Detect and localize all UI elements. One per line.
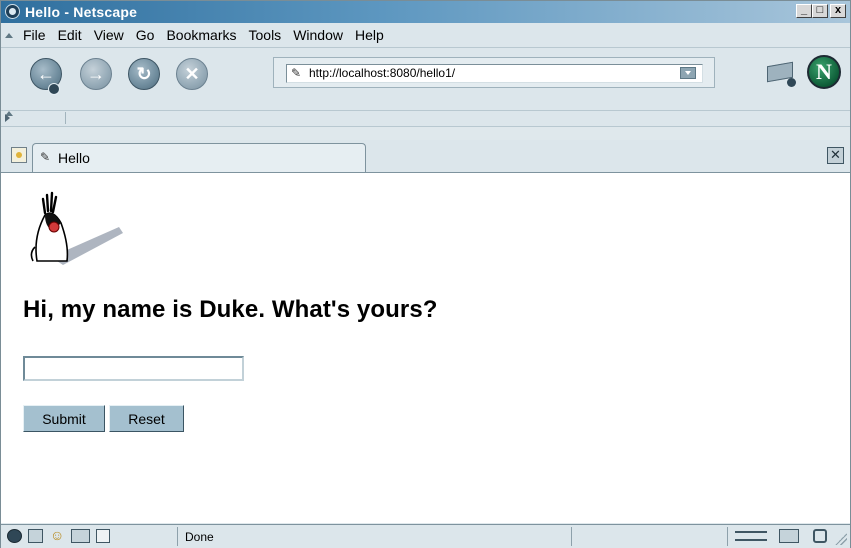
menu-go[interactable]: Go: [136, 27, 155, 43]
print-button[interactable]: [765, 58, 796, 87]
forward-button[interactable]: →: [80, 58, 112, 90]
personal-toolbar-expand-icon[interactable]: [5, 114, 10, 122]
menu-help[interactable]: Help: [355, 27, 384, 43]
close-tab-button[interactable]: ✕: [827, 147, 844, 164]
page-content: Hi, my name is Duke. What's yours? Submi…: [1, 173, 850, 523]
menu-window[interactable]: Window: [293, 27, 343, 43]
netscape-app-icon: [5, 4, 20, 19]
status-divider: [727, 527, 728, 546]
navigation-toolbar: ← → ↻ ✕ ✎ http://localhost:8080/hello1/ …: [1, 48, 850, 127]
close-icon: ✕: [830, 147, 841, 162]
location-bar: ✎ http://localhost:8080/hello1/: [273, 57, 715, 88]
menu-items: File Edit View Go Bookmarks Tools Window…: [23, 27, 384, 43]
mail-icon[interactable]: [28, 529, 43, 543]
composer-icon[interactable]: [71, 529, 90, 543]
instant-messenger-icon[interactable]: ☺: [50, 528, 64, 543]
reload-button[interactable]: ↻: [128, 58, 160, 90]
reload-icon: ↻: [136, 64, 152, 84]
new-tab-icon[interactable]: [11, 147, 27, 163]
address-book-icon[interactable]: [96, 529, 110, 543]
menu-file[interactable]: File: [23, 27, 46, 43]
url-text[interactable]: http://localhost:8080/hello1/: [309, 65, 455, 82]
status-divider: [177, 527, 178, 546]
tab-page-icon: ✎: [40, 150, 51, 164]
netscape-logo[interactable]: N: [807, 55, 841, 89]
title-bar[interactable]: Hello - Netscape _ □ x: [1, 1, 850, 23]
menu-view[interactable]: View: [94, 27, 124, 43]
online-status-icon[interactable]: [735, 531, 767, 541]
print-dropdown-icon: [787, 78, 796, 87]
window-title: Hello - Netscape: [25, 4, 138, 20]
browser-window: Hello - Netscape _ □ x File Edit View Go…: [0, 0, 851, 548]
minimize-button[interactable]: _: [796, 4, 812, 18]
window-controls: _ □ x: [796, 4, 846, 18]
cookie-icon[interactable]: [779, 529, 799, 543]
url-dropdown-icon[interactable]: [680, 67, 696, 79]
stop-icon: ✕: [184, 64, 200, 84]
page-proxy-icon[interactable]: ✎: [291, 65, 301, 82]
security-lock-icon[interactable]: [813, 529, 827, 543]
forward-arrow-icon: →: [87, 64, 105, 84]
tab-hello[interactable]: ✎ Hello: [32, 143, 366, 172]
menu-tools[interactable]: Tools: [249, 27, 282, 43]
status-divider: [571, 527, 572, 546]
url-field[interactable]: ✎ http://localhost:8080/hello1/: [286, 64, 703, 83]
toolbar-grip-icon[interactable]: [5, 33, 13, 41]
back-arrow-icon: ←: [37, 64, 55, 84]
menu-edit[interactable]: Edit: [58, 27, 82, 43]
duke-mascot-image: [30, 191, 123, 265]
tab-label: Hello: [58, 150, 90, 166]
close-button[interactable]: x: [830, 4, 846, 18]
navigator-icon[interactable]: [7, 529, 22, 543]
toolbar-divider: [1, 110, 850, 111]
status-bar: ☺ Done: [1, 524, 850, 548]
reset-button[interactable]: Reset: [109, 405, 184, 432]
tab-bar: ✎ Hello ✕: [1, 140, 850, 173]
page-heading: Hi, my name is Duke. What's yours?: [23, 296, 438, 323]
status-text: Done: [185, 530, 214, 544]
menu-bar: File Edit View Go Bookmarks Tools Window…: [1, 23, 850, 48]
name-input[interactable]: [23, 356, 244, 381]
maximize-button[interactable]: □: [812, 4, 828, 18]
submit-button[interactable]: Submit: [23, 405, 105, 432]
resize-grip-icon[interactable]: [835, 533, 847, 545]
stop-button[interactable]: ✕: [176, 58, 208, 90]
menu-bookmarks[interactable]: Bookmarks: [166, 27, 236, 43]
back-history-dropdown[interactable]: [48, 83, 60, 95]
personal-toolbar: [13, 112, 66, 124]
